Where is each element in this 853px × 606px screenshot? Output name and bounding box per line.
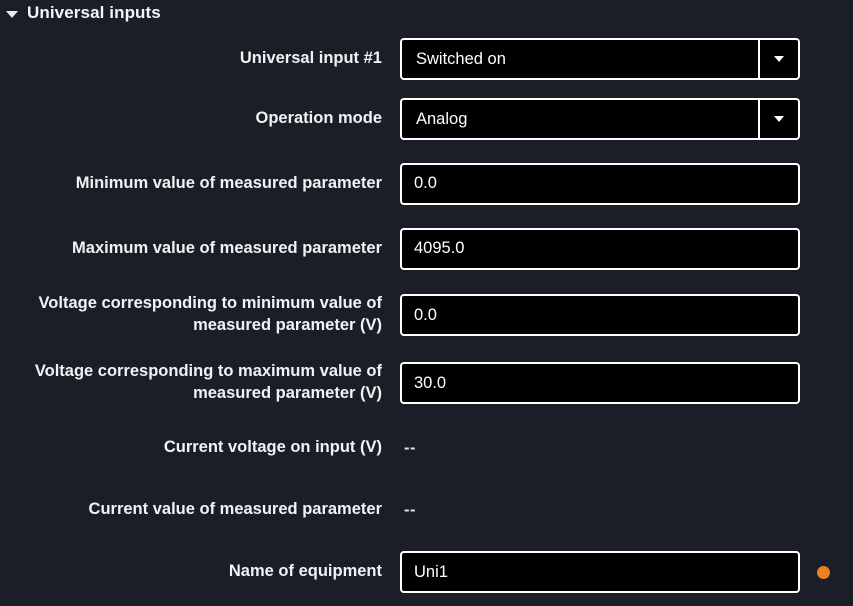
row-current-voltage: Current voltage on input (V) --	[0, 417, 853, 479]
label-current-voltage: Current voltage on input (V)	[163, 438, 382, 457]
control-current-measured-value: --	[400, 501, 853, 520]
row-operation-mode: Operation mode Analog	[0, 87, 853, 151]
current-voltage-value: --	[404, 438, 416, 457]
section-header-universal-inputs[interactable]: Universal inputs	[0, 0, 853, 26]
label-operation-mode: Operation mode	[255, 109, 382, 128]
name-of-equipment-text: Uni1	[414, 562, 448, 581]
control-operation-mode: Analog	[400, 98, 853, 140]
control-voltage-minimum: 0.0	[400, 294, 853, 336]
minimum-value-input[interactable]: 0.0	[400, 162, 800, 205]
triangle-down-icon[interactable]	[6, 10, 18, 18]
control-maximum-value: 4095.0	[400, 227, 853, 270]
row-minimum-value: Minimum value of measured parameter 0.0	[0, 151, 853, 216]
universal-input-1-select[interactable]: Switched on	[400, 38, 800, 80]
label-voltage-minimum: Voltage corresponding to minimum value o…	[38, 294, 382, 334]
label-current-measured-value: Current value of measured parameter	[88, 500, 382, 519]
label-universal-input-1: Universal input #1	[239, 49, 382, 68]
label-voltage-maximum: Voltage corresponding to maximum value o…	[34, 362, 382, 402]
chevron-down-icon[interactable]	[758, 40, 798, 78]
operation-mode-select[interactable]: Analog	[400, 98, 800, 140]
chevron-down-icon[interactable]	[758, 100, 798, 138]
row-current-measured-value: Current value of measured parameter --	[0, 479, 853, 541]
minimum-value-text: 0.0	[414, 174, 437, 192]
maximum-value-input[interactable]: 4095.0	[400, 227, 800, 270]
current-measured-value: --	[404, 500, 416, 519]
control-current-voltage: --	[400, 439, 853, 458]
control-name-of-equipment: Uni1	[400, 551, 853, 593]
voltage-minimum-input[interactable]: 0.0	[400, 294, 800, 336]
universal-inputs-form: Universal input #1 Switched on Operation…	[0, 26, 853, 603]
name-of-equipment-input[interactable]: Uni1	[400, 551, 800, 593]
page-title: Universal inputs	[27, 3, 161, 22]
operation-mode-value: Analog	[416, 109, 468, 128]
row-maximum-value: Maximum value of measured parameter 4095…	[0, 216, 853, 281]
voltage-maximum-input[interactable]: 30.0	[400, 362, 800, 404]
row-voltage-minimum: Voltage corresponding to minimum value o…	[0, 281, 853, 349]
control-voltage-maximum: 30.0	[400, 362, 853, 404]
label-name-of-equipment: Name of equipment	[228, 562, 382, 581]
row-name-of-equipment: Name of equipment Uni1	[0, 541, 853, 603]
voltage-minimum-text: 0.0	[414, 305, 437, 324]
label-maximum-value: Maximum value of measured parameter	[72, 238, 382, 257]
universal-input-1-value: Switched on	[416, 49, 506, 68]
control-minimum-value: 0.0	[400, 162, 853, 205]
status-indicator-dot	[817, 565, 830, 579]
chevron-down-glyph	[774, 56, 784, 62]
maximum-value-text: 4095.0	[414, 239, 465, 257]
row-universal-input-1: Universal input #1 Switched on	[0, 31, 853, 87]
chevron-down-glyph	[774, 116, 784, 122]
voltage-maximum-text: 30.0	[414, 373, 447, 392]
label-minimum-value: Minimum value of measured parameter	[75, 173, 382, 192]
universal-inputs-panel: Universal inputs Universal input #1 Swit…	[0, 0, 853, 603]
control-universal-input-1: Switched on	[400, 38, 853, 80]
row-voltage-maximum: Voltage corresponding to maximum value o…	[0, 349, 853, 417]
